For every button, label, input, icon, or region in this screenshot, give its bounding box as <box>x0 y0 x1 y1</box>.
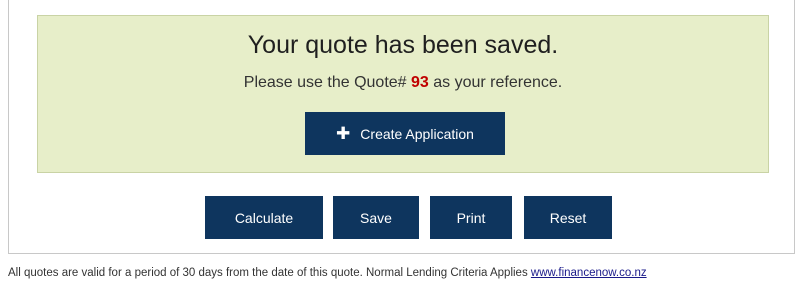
disclaimer-text: All quotes are valid for a period of 30 … <box>8 267 531 279</box>
quote-reference-text: Please use the Quote# 93 as your referen… <box>38 73 768 93</box>
quote-saved-panel: Your quote has been saved. Please use th… <box>37 15 769 173</box>
calculate-button[interactable]: Calculate <box>205 196 323 239</box>
create-application-label: Create Application <box>360 125 474 142</box>
print-button[interactable]: Print <box>430 196 512 239</box>
quote-reference-suffix: as your reference. <box>428 74 563 91</box>
footer-disclaimer: All quotes are valid for a period of 30 … <box>8 266 795 280</box>
save-button[interactable]: Save <box>333 196 419 239</box>
financenow-link[interactable]: www.financenow.co.nz <box>531 267 647 279</box>
quote-saved-title: Your quote has been saved. <box>247 31 559 59</box>
quote-number: 93 <box>411 74 429 91</box>
create-application-button[interactable]: ✚ Create Application <box>305 112 505 155</box>
quote-reference-prefix: Please use the Quote# <box>243 74 412 91</box>
reset-button[interactable]: Reset <box>524 196 612 239</box>
plus-icon: ✚ <box>336 124 351 143</box>
